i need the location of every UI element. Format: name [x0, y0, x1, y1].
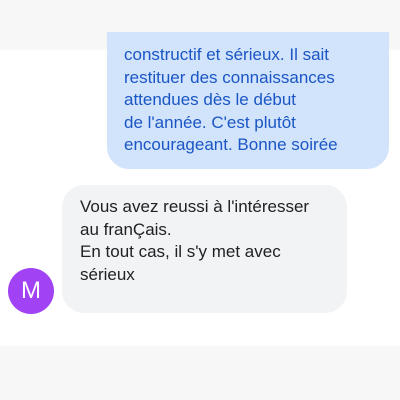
outgoing-message-bubble[interactable]: constructif et sérieux. Il sait restitue…	[107, 32, 389, 169]
bottom-band	[0, 346, 400, 400]
outgoing-message-text: constructif et sérieux. Il sait restitue…	[124, 45, 338, 154]
incoming-message-bubble[interactable]: Vous avez reussi à l'intéresser au franÇ…	[62, 185, 347, 313]
avatar[interactable]: M	[8, 268, 54, 314]
incoming-message-text: Vous avez reussi à l'intéresser au franÇ…	[80, 197, 310, 284]
avatar-initial: M	[21, 277, 41, 304]
